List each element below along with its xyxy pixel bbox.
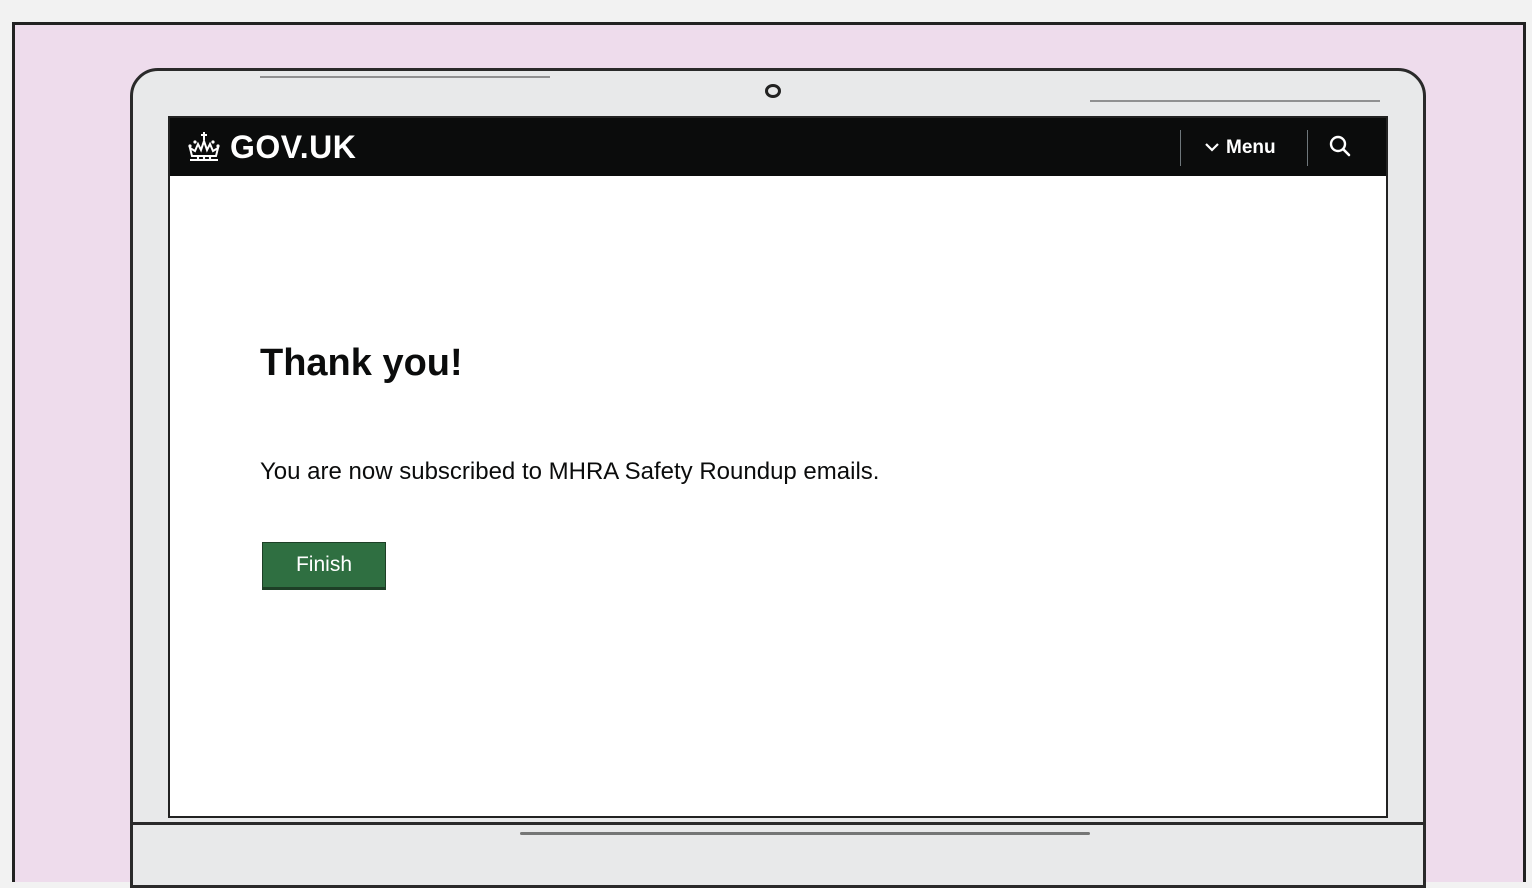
search-button[interactable] — [1320, 132, 1360, 164]
sketch-stroke — [260, 76, 550, 78]
header-divider — [1180, 130, 1181, 166]
menu-label: Menu — [1226, 137, 1276, 158]
site-header: GOV.UK Menu — [170, 118, 1386, 176]
header-divider — [1307, 130, 1308, 166]
laptop-base — [130, 822, 1426, 825]
menu-button[interactable]: Menu — [1204, 132, 1276, 164]
browser-screen: GOV.UK Menu Thank you! You are now subsc… — [168, 116, 1388, 818]
confirmation-message: You are now subscribed to MHRA Safety Ro… — [260, 458, 880, 485]
laptop-hinge — [520, 832, 1090, 835]
logo-text: GOV.UK — [230, 128, 357, 165]
chevron-down-icon — [1204, 137, 1220, 159]
search-icon — [1328, 134, 1352, 163]
finish-button[interactable]: Finish — [262, 542, 386, 588]
crown-icon — [186, 130, 222, 164]
webcam-icon — [765, 84, 781, 98]
page-title: Thank you! — [260, 342, 463, 384]
govuk-logo[interactable]: GOV.UK — [186, 126, 356, 168]
sketch-stroke — [1090, 100, 1380, 102]
